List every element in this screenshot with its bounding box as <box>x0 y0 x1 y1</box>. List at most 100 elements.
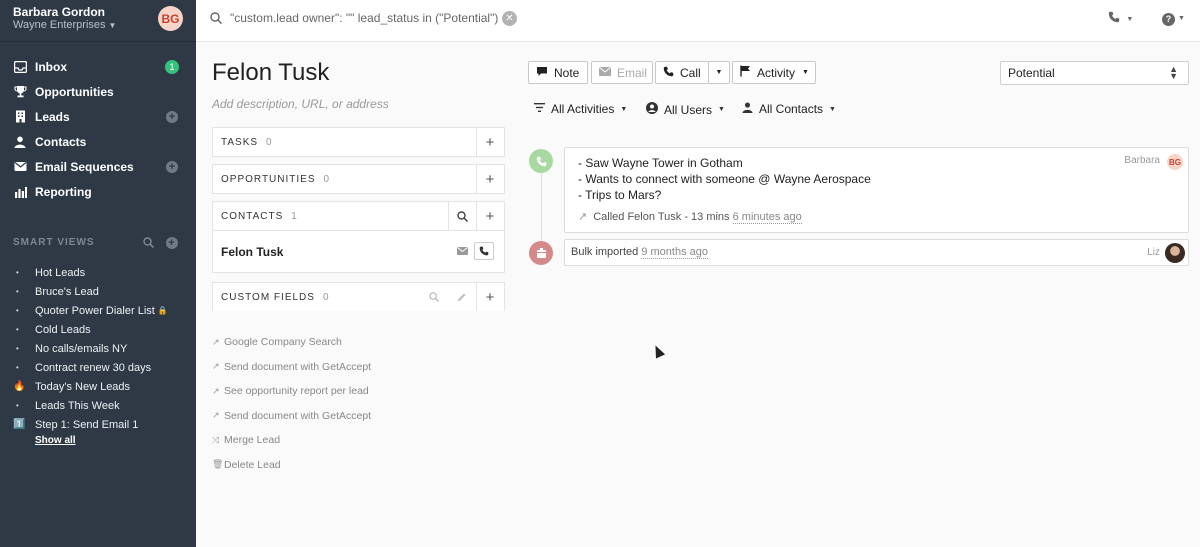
call-contact-button[interactable] <box>474 242 494 260</box>
note-line: - Saw Wayne Tower in Gotham <box>578 156 743 170</box>
speech-bubble-icon <box>536 66 548 80</box>
smart-view-item[interactable]: • Contract renew 30 days <box>13 358 193 377</box>
add-opportunity-button[interactable]: + <box>476 165 504 193</box>
caret-down-icon: ▼ <box>715 69 723 76</box>
smart-view-item[interactable]: 1️⃣ Step 1: Send Email 1 <box>13 415 193 434</box>
nav-item-inbox[interactable]: Inbox 1 <box>0 54 196 79</box>
email-button[interactable]: Email <box>591 61 653 84</box>
call-note: - Saw Wayne Tower in Gotham - Wants to c… <box>565 148 1188 203</box>
search-contacts-button[interactable] <box>448 202 476 230</box>
user-menu[interactable]: Barbara Gordon Wayne Enterprises ▼ BG <box>0 0 196 42</box>
contact-row[interactable]: Felon Tusk <box>213 230 504 272</box>
search-fields-button[interactable] <box>420 283 448 311</box>
phone-icon <box>1108 11 1123 26</box>
smart-view-item[interactable]: • No calls/emails NY <box>13 339 193 358</box>
delete-lead-link[interactable]: 🗑 Delete Lead <box>212 453 371 478</box>
smart-view-item[interactable]: • Cold Leads <box>13 320 193 339</box>
button-label: Email <box>617 65 648 80</box>
show-all-link[interactable]: Show all <box>35 435 76 446</box>
smart-view-label: Bruce's Lead <box>35 285 99 298</box>
help-icon: ? <box>1162 12 1175 26</box>
smart-views-list: • Hot Leads • Bruce's Lead • Quoter Power D… <box>13 263 193 434</box>
smart-view-label: Quoter Power Dialer List <box>35 304 155 317</box>
lead-status-select[interactable]: Potential ▲ ▼ <box>1000 61 1189 85</box>
add-lead-button[interactable]: + <box>166 111 178 123</box>
contacts-filter[interactable]: All Contacts ▼ <box>742 102 836 116</box>
box-icon <box>536 247 546 258</box>
panel-count: 0 <box>323 173 331 185</box>
status-value: Potential <box>1008 66 1055 80</box>
lead-description-field[interactable]: Add description, URL, or address <box>212 97 389 111</box>
activities-filter[interactable]: All Activities ▼ <box>534 102 627 116</box>
nav-item-email-sequences[interactable]: Email Sequences + <box>0 154 196 179</box>
external-link-icon: ↗ <box>212 410 220 421</box>
clear-search-button[interactable]: ✕ <box>502 11 517 26</box>
add-task-button[interactable]: + <box>476 128 504 156</box>
nav-item-reporting[interactable]: Reporting <box>0 179 196 204</box>
caret-down-icon: ▼ <box>620 105 628 113</box>
import-time-ago[interactable]: 9 months ago <box>641 246 708 259</box>
integration-link[interactable]: ↗ See opportunity report per lead <box>212 379 371 404</box>
link-label: Delete Lead <box>224 458 281 471</box>
search-input[interactable]: "custom.lead owner": "" lead_status in (… <box>230 11 498 25</box>
contact-name[interactable]: Felon Tusk <box>221 245 283 259</box>
smart-view-item[interactable]: • Quoter Power Dialer List 🔒 <box>13 301 193 320</box>
lead-actions-list: ↗ Google Company Search ↗ Send document wi… <box>212 330 371 477</box>
fire-icon: 🔥 <box>13 381 26 392</box>
search-icon[interactable] <box>143 237 155 251</box>
bullet-icon: • <box>16 287 19 296</box>
nav-item-opportunities[interactable]: Opportunities <box>0 79 196 104</box>
call-activity-card[interactable]: - Saw Wayne Tower in Gotham - Wants to c… <box>564 147 1189 233</box>
user-circle-icon <box>646 102 658 117</box>
envelope-icon <box>13 160 27 174</box>
pencil-icon <box>458 293 466 301</box>
envelope-icon <box>456 247 468 255</box>
call-activity-icon <box>529 149 553 173</box>
panel-title: CONTACTS <box>221 210 284 222</box>
avatar[interactable]: BG <box>158 6 183 31</box>
lead-name[interactable]: Felon Tusk <box>212 59 329 87</box>
email-contact-button[interactable] <box>452 242 472 260</box>
add-smart-view-button[interactable]: + <box>166 237 178 249</box>
add-contact-button[interactable]: + <box>476 202 504 230</box>
nav-label: Contacts <box>35 134 87 149</box>
smart-view-label: Step 1: Send Email 1 <box>35 418 139 431</box>
bullet-icon: • <box>16 363 19 372</box>
smart-view-item[interactable]: • Hot Leads <box>13 263 193 282</box>
smart-view-item[interactable]: • Bruce's Lead <box>13 282 193 301</box>
add-sequence-button[interactable]: + <box>166 161 178 173</box>
smart-view-item[interactable]: 🔥 Today's New Leads <box>13 377 193 396</box>
merge-icon: ⤨ <box>212 434 220 445</box>
call-button[interactable]: Call <box>655 61 709 84</box>
note-button[interactable]: Note <box>528 61 588 84</box>
import-activity-card[interactable]: Bulk imported 9 months ago Liz <box>564 239 1189 266</box>
link-label: Send document with GetAccept <box>224 409 372 422</box>
add-field-button[interactable]: + <box>476 283 504 311</box>
caret-down-icon: ▼ <box>802 69 809 76</box>
integration-link[interactable]: ↗ Send document with GetAccept <box>212 355 371 380</box>
person-icon <box>742 102 753 116</box>
smart-view-item[interactable]: • Leads This Week <box>13 396 193 415</box>
search-icon <box>457 210 468 222</box>
integration-link[interactable]: ↗ Google Company Search <box>212 330 371 355</box>
call-time-ago[interactable]: 6 minutes ago <box>732 211 802 224</box>
nav-item-leads[interactable]: Leads + <box>0 104 196 129</box>
contacts-header: CONTACTS 1 + <box>213 202 504 230</box>
main-nav: Inbox 1 Opportunities Leads + Contacts E… <box>0 54 196 204</box>
merge-lead-link[interactable]: ⤨ Merge Lead <box>212 428 371 453</box>
panel-title: TASKS <box>221 136 259 148</box>
users-filter[interactable]: All Users ▼ <box>646 102 725 117</box>
call-summary: ↗ Called Felon Tusk - 13 mins 6 minutes a… <box>578 210 802 224</box>
help-menu[interactable]: ? ▼ <box>1162 11 1185 26</box>
activity-button[interactable]: Activity ▼ <box>732 61 816 84</box>
caret-down-icon: ▼ <box>829 105 836 113</box>
outgoing-call-icon: ↗ <box>578 211 588 223</box>
call-dropdown-button[interactable]: ▼ <box>708 61 730 84</box>
nav-item-contacts[interactable]: Contacts <box>0 129 196 154</box>
external-link-icon: ↗ <box>212 336 220 347</box>
caret-down-icon: ▼ <box>1178 15 1185 23</box>
external-link-icon: ↗ <box>212 385 220 396</box>
phone-menu[interactable]: ▼ <box>1108 11 1133 26</box>
integration-link[interactable]: ↗ Send document with GetAccept <box>212 404 371 429</box>
edit-fields-button[interactable] <box>448 283 476 311</box>
